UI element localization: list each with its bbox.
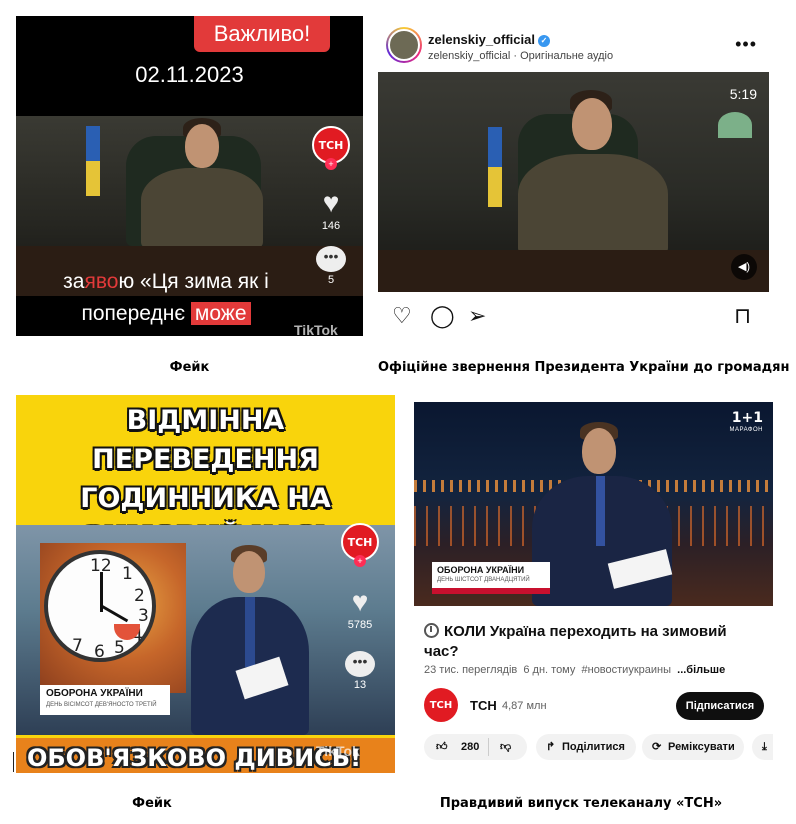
caption-fake-2: Фейк [132, 796, 172, 811]
thumbs-down-icon[interactable]: 👎︎ [500, 734, 511, 760]
video-player[interactable]: 1+1 МАРАФОН ОБОРОНА УКРАЇНИ ДЕНЬ ШІСТСОТ… [414, 402, 773, 606]
caption-fake-1: Фейк [169, 360, 210, 375]
caption-real: Правдивий випуск телеканалу «ТСН» [439, 796, 723, 811]
video-date: 02.11.2023 [135, 62, 244, 87]
more-link[interactable]: ...більше [677, 664, 725, 676]
lower-third-banner: ОБОРОНА УКРАЇНИ ДЕНЬ ВІСІМСОТ ДЕВ'ЯНОСТО… [40, 685, 170, 715]
profile-avatar[interactable] [386, 27, 422, 63]
desk [378, 250, 769, 292]
like-dislike-chip[interactable]: 👍︎ 280 👎︎ [424, 734, 527, 760]
video-title: КОЛИ Україна переходить на зимовий час? [424, 623, 727, 660]
lower-third-banner: ОБОРОНА УКРАЇНИ ДЕНЬ ШІСТСОТ ДВАНАДЦЯТИЙ [432, 562, 550, 594]
tiktok-watermark: TikTok [316, 743, 360, 759]
more-options-icon[interactable]: ••• [735, 34, 757, 55]
youtube-video-page: 1+1 МАРАФОН ОБОРОНА УКРАЇНИ ДЕНЬ ШІСТСОТ… [414, 402, 773, 764]
channel-logo: 1+1 [731, 410, 763, 426]
video-duration: 5:19 [729, 86, 757, 102]
verified-badge-icon: ✓ [537, 35, 550, 47]
share-icon: ↱ [546, 741, 556, 753]
ukraine-flag-icon [86, 126, 100, 196]
like-count: 5785 [347, 619, 373, 631]
bookmark-icon[interactable]: ⊓ [734, 303, 751, 329]
divider [13, 752, 14, 772]
channel-name[interactable]: ТСН [470, 698, 497, 713]
channel-logo-sub: МАРАФОН [729, 427, 763, 433]
username[interactable]: zelenskiy_official ✓ [428, 32, 550, 47]
download-button[interactable]: ⤓ [752, 734, 773, 760]
subscriber-count: 4,87 млн [502, 700, 547, 712]
video-meta[interactable]: 23 тис. переглядів 6 дн. тому #новостиук… [424, 664, 725, 676]
video-player[interactable]: 5:19 ◀) [378, 72, 769, 292]
comment-count: 13 [353, 679, 367, 691]
desk-lamp [718, 112, 752, 138]
like-heart-icon[interactable]: ♡ [392, 303, 412, 329]
comment-icon[interactable]: ••• [316, 246, 346, 272]
comment-count: 5 [327, 274, 335, 286]
follow-plus-icon[interactable]: + [354, 555, 366, 567]
subscribe-button[interactable]: Підписатися [676, 692, 764, 720]
like-count: 146 [321, 220, 341, 232]
share-label: Поділитися [562, 741, 625, 753]
audio-info[interactable]: zelenskiy_official · Оригінальне аудіо [428, 50, 613, 62]
follow-plus-icon[interactable]: + [325, 158, 337, 170]
like-heart-icon[interactable]: ♥ [352, 587, 369, 617]
view-count: 23 тис. переглядів [424, 664, 518, 676]
remix-icon: ⟳ [652, 741, 662, 753]
share-send-icon[interactable]: ➢ [468, 303, 486, 329]
clock-icon [424, 623, 439, 638]
download-icon: ⤓ [762, 741, 767, 753]
important-badge: Важливо! [194, 16, 330, 52]
instagram-post: zelenskiy_official ✓ zelenskiy_official ·… [378, 22, 769, 340]
mute-icon[interactable]: ◀) [731, 254, 757, 280]
post-actions: ♡ ◯ ➢ ⊓ [392, 303, 757, 329]
ukraine-flag-icon [488, 127, 502, 207]
remix-label: Реміксувати [668, 741, 735, 753]
clock-icon: 12 1 2 3 4 5 6 7 [44, 550, 156, 662]
subtitle-line-1: заявою «Ця зима як і [63, 270, 269, 293]
like-count: 280 [461, 741, 480, 753]
upload-age: 6 дн. тому [523, 664, 576, 676]
comment-icon[interactable]: ◯ [430, 303, 455, 329]
tiktok-fake-video-2[interactable]: ВІДМІННА ПЕРЕВЕДЕННЯ ГОДИННИКА НА ЗИМОВИ… [16, 395, 395, 773]
tiktok-side-actions: ТСН + ♥ 146 ••• 5 [312, 126, 350, 286]
subtitle-line-2: попереднє може [16, 302, 316, 326]
hashtag-link[interactable]: #новостиукраины [582, 664, 672, 676]
office-scene [16, 116, 363, 296]
tiktok-fake-video-1[interactable]: Важливо! 02.11.2023 заявою «Ця зима як і… [16, 16, 363, 336]
tiktok-side-actions: ТСН + ♥ 5785 ••• 13 [341, 523, 379, 691]
comment-icon[interactable]: ••• [345, 651, 375, 677]
channel-avatar[interactable]: ТСН [424, 688, 458, 722]
thumbs-up-icon[interactable]: 👍︎ [436, 734, 448, 760]
remix-button[interactable]: ⟳ Реміксувати [642, 734, 744, 760]
tiktok-watermark: TikTok [294, 322, 338, 336]
caption-official: Офіційне звернення Президента України до… [378, 360, 790, 375]
share-button[interactable]: ↱ Поділитися [536, 734, 636, 760]
like-heart-icon[interactable]: ♥ [323, 188, 340, 218]
